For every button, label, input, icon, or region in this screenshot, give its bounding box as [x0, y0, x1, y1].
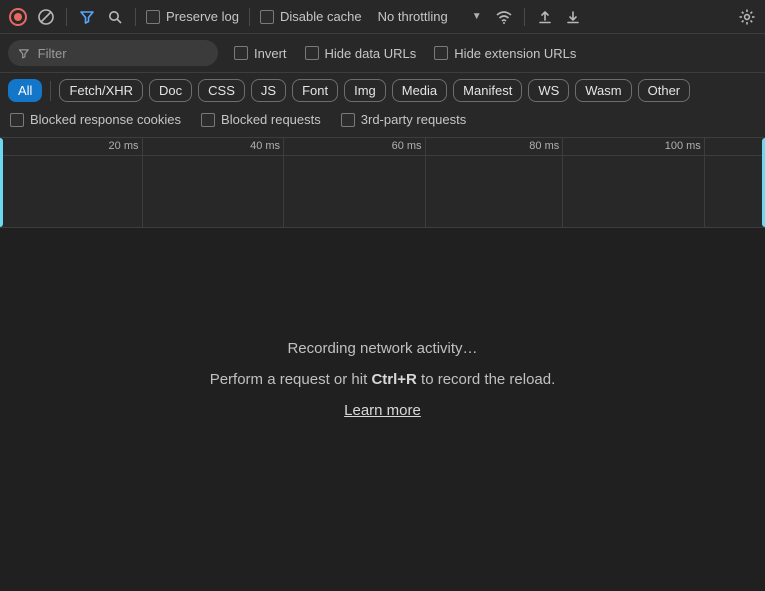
- empty-title: Recording network activity…: [287, 340, 477, 357]
- separator: [524, 8, 525, 26]
- chip-img[interactable]: Img: [344, 79, 386, 102]
- gear-icon: [738, 8, 756, 26]
- third-party-checkbox[interactable]: 3rd-party requests: [339, 110, 469, 129]
- import-har-button[interactable]: [561, 5, 585, 29]
- chip-media[interactable]: Media: [392, 79, 447, 102]
- record-button[interactable]: [6, 5, 30, 29]
- tick-label: 20 ms: [109, 140, 139, 152]
- chip-font[interactable]: Font: [292, 79, 338, 102]
- empty-state: Recording network activity… Perform a re…: [0, 228, 765, 591]
- resource-type-chips: All Fetch/XHR Doc CSS JS Font Img Media …: [0, 73, 765, 108]
- chip-doc[interactable]: Doc: [149, 79, 192, 102]
- chip-other[interactable]: Other: [638, 79, 691, 102]
- tick-label: 80 ms: [529, 140, 559, 152]
- tick-label: 40 ms: [250, 140, 280, 152]
- separator: [249, 8, 250, 26]
- chip-css[interactable]: CSS: [198, 79, 245, 102]
- export-har-button[interactable]: [533, 5, 557, 29]
- shortcut-key: Ctrl+R: [371, 371, 416, 388]
- blocked-cookies-checkbox[interactable]: Blocked response cookies: [8, 110, 183, 129]
- blocked-requests-label: Blocked requests: [221, 112, 321, 127]
- separator: [50, 81, 51, 101]
- blocked-requests-checkbox[interactable]: Blocked requests: [199, 110, 323, 129]
- search-button[interactable]: [103, 5, 127, 29]
- empty-subtitle: Perform a request or hit Ctrl+R to recor…: [210, 371, 556, 388]
- blocked-cookies-label: Blocked response cookies: [30, 112, 181, 127]
- filter-toggle-button[interactable]: [75, 5, 99, 29]
- disable-cache-label: Disable cache: [280, 9, 362, 24]
- search-icon: [107, 9, 123, 25]
- settings-button[interactable]: [735, 5, 759, 29]
- throttling-select[interactable]: No throttling ▼: [372, 7, 488, 26]
- clear-icon: [37, 8, 55, 26]
- chip-all[interactable]: All: [8, 79, 42, 102]
- chip-js[interactable]: JS: [251, 79, 286, 102]
- hide-data-urls-checkbox[interactable]: Hide data URLs: [303, 44, 419, 63]
- extra-filters-bar: Blocked response cookies Blocked request…: [0, 108, 765, 138]
- timeline-handle-left[interactable]: [0, 138, 3, 227]
- filter-bar: Invert Hide data URLs Hide extension URL…: [0, 34, 765, 73]
- chip-manifest[interactable]: Manifest: [453, 79, 522, 102]
- separator: [66, 8, 67, 26]
- chip-fetch-xhr[interactable]: Fetch/XHR: [59, 79, 143, 102]
- network-toolbar: Preserve log Disable cache No throttling…: [0, 0, 765, 34]
- hide-extension-urls-checkbox[interactable]: Hide extension URLs: [432, 44, 578, 63]
- network-conditions-button[interactable]: [492, 5, 516, 29]
- download-icon: [565, 9, 581, 25]
- hide-data-urls-label: Hide data URLs: [325, 46, 417, 61]
- wifi-icon: [495, 8, 513, 26]
- chevron-down-icon: ▼: [472, 11, 482, 22]
- separator: [135, 8, 136, 26]
- timeline-body: [0, 156, 765, 227]
- preserve-log-label: Preserve log: [166, 9, 239, 24]
- chip-wasm[interactable]: Wasm: [575, 79, 631, 102]
- timeline-ruler: 20 ms 40 ms 60 ms 80 ms 100 ms: [0, 138, 765, 156]
- clear-button[interactable]: [34, 5, 58, 29]
- chip-ws[interactable]: WS: [528, 79, 569, 102]
- invert-label: Invert: [254, 46, 287, 61]
- learn-more-link[interactable]: Learn more: [344, 402, 421, 419]
- funnel-icon: [18, 47, 30, 60]
- upload-icon: [537, 9, 553, 25]
- preserve-log-checkbox[interactable]: Preserve log: [144, 7, 241, 26]
- invert-checkbox[interactable]: Invert: [232, 44, 289, 63]
- tick-label: 100 ms: [665, 140, 701, 152]
- disable-cache-checkbox[interactable]: Disable cache: [258, 7, 364, 26]
- hide-ext-urls-label: Hide extension URLs: [454, 46, 576, 61]
- funnel-icon: [79, 9, 95, 25]
- filter-input[interactable]: [38, 46, 208, 61]
- third-party-label: 3rd-party requests: [361, 112, 467, 127]
- timeline-overview[interactable]: 20 ms 40 ms 60 ms 80 ms 100 ms: [0, 138, 765, 228]
- tick-label: 60 ms: [392, 140, 422, 152]
- filter-input-wrap[interactable]: [8, 40, 218, 66]
- throttling-value: No throttling: [378, 9, 448, 24]
